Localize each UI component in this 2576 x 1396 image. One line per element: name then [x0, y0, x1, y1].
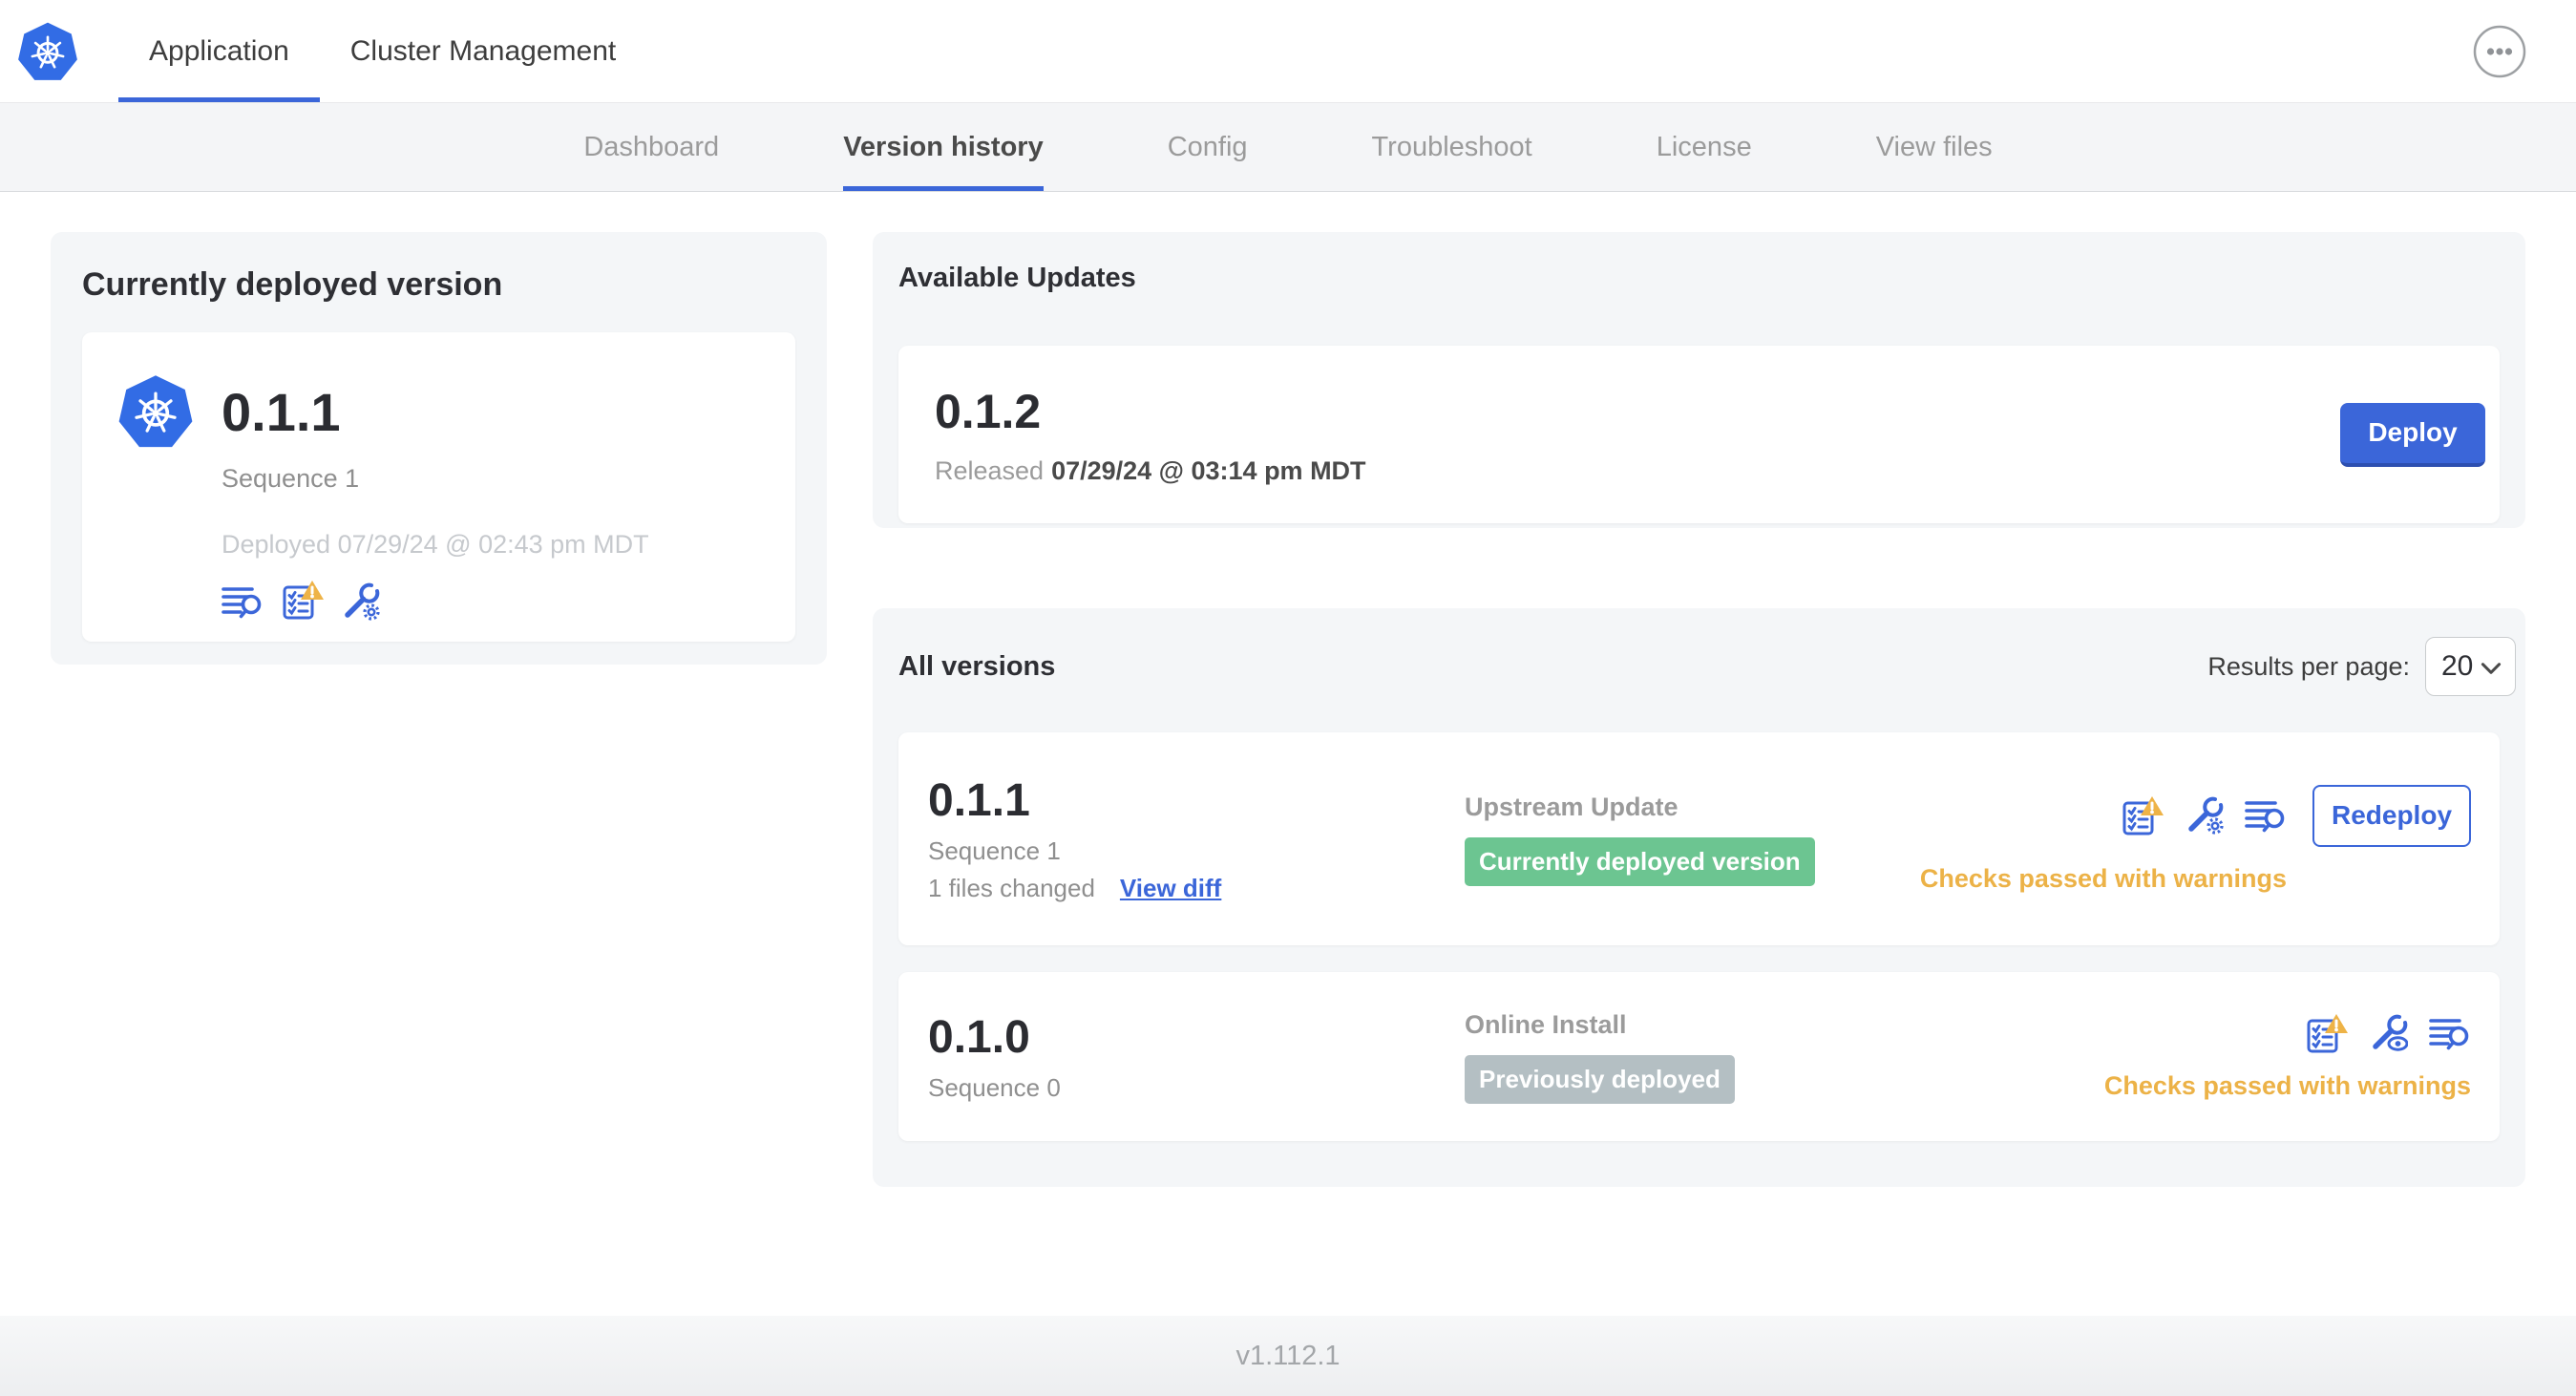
- row-sequence: Sequence 0: [928, 1072, 1061, 1102]
- chevron-down-icon: [2481, 650, 2502, 683]
- results-per-page-value: 20: [2441, 650, 2474, 682]
- all-versions-card: All versions Results per page: 20 0.1.1 …: [873, 608, 2525, 1187]
- available-updates-title: Available Updates: [898, 263, 1136, 293]
- deploy-button[interactable]: Deploy: [2340, 402, 2485, 467]
- preflight-warning-icon[interactable]: [281, 579, 326, 621]
- app-subnav: Dashboard Version history Config Trouble…: [0, 103, 2576, 192]
- preflight-status-link[interactable]: Checks passed with warnings: [2104, 1071, 2471, 1101]
- subnav-item-view-files[interactable]: View files: [1876, 103, 1993, 191]
- available-updates-card: Available Updates 0.1.2 Released 07/29/24…: [873, 232, 2525, 528]
- currently-deployed-card: Currently deployed version 0.1.1 Sequenc…: [51, 232, 827, 665]
- tab-cluster-management-label: Cluster Management: [349, 34, 617, 67]
- version-source-label: Upstream Update: [1465, 792, 1679, 821]
- status-badge: Currently deployed version: [1465, 836, 1815, 886]
- config-gear-icon[interactable]: [342, 582, 380, 621]
- all-versions-title: All versions: [898, 650, 1056, 682]
- more-menu-button[interactable]: [2473, 25, 2526, 78]
- files-changed-label: 1 files changed: [928, 874, 1095, 902]
- config-gear-icon[interactable]: [2185, 796, 2224, 835]
- release-notes-icon[interactable]: [222, 582, 264, 621]
- console-version: v1.112.1: [1235, 1340, 1341, 1371]
- preflight-warning-icon[interactable]: [2305, 1012, 2350, 1054]
- tab-application[interactable]: Application: [118, 0, 320, 102]
- right-column: Available Updates 0.1.2 Released 07/29/24…: [873, 232, 2525, 1187]
- current-version-number: 0.1.1: [222, 381, 341, 442]
- version-source-label: Online Install: [1465, 1009, 1627, 1039]
- subnav-label: View files: [1875, 131, 1993, 162]
- results-per-page-select[interactable]: 20: [2425, 637, 2516, 696]
- view-diff-link[interactable]: View diff: [1120, 874, 1221, 903]
- top-header: Application Cluster Management: [0, 0, 2576, 103]
- subnav-item-troubleshoot[interactable]: Troubleshoot: [1372, 103, 1532, 191]
- update-version-number: 0.1.2: [935, 384, 1042, 438]
- subnav-label: License: [1656, 131, 1752, 162]
- page-footer: v1.112.1: [0, 1316, 2576, 1396]
- preflight-warning-icon[interactable]: [2121, 794, 2165, 836]
- tab-cluster-management[interactable]: Cluster Management: [320, 0, 646, 102]
- app-kubernetes-logo: [116, 372, 195, 451]
- row-version-number: 0.1.1: [928, 775, 1030, 826]
- subnav-label: Troubleshoot: [1371, 131, 1532, 162]
- release-notes-icon[interactable]: [2429, 1014, 2471, 1052]
- update-released-timestamp: Released 07/29/24 @ 03:14 pm MDT: [935, 456, 1366, 486]
- results-per-page: Results per page: 20: [2207, 637, 2516, 696]
- version-row: 0.1.0 Sequence 0 Online Install Previous…: [898, 972, 2500, 1141]
- current-version-sequence: Sequence 1: [222, 464, 360, 493]
- available-update-row: 0.1.2 Released 07/29/24 @ 03:14 pm MDT De…: [898, 346, 2500, 523]
- subnav-label: Dashboard: [583, 131, 720, 162]
- subnav-label: Config: [1167, 131, 1248, 162]
- redeploy-button[interactable]: Redeploy: [2312, 784, 2471, 847]
- status-badge: Previously deployed: [1465, 1054, 1735, 1104]
- subnav-item-license[interactable]: License: [1657, 103, 1752, 191]
- subnav-item-config[interactable]: Config: [1168, 103, 1248, 191]
- ellipsis-icon: [2473, 25, 2526, 81]
- preflight-status-link[interactable]: Checks passed with warnings: [1920, 864, 2287, 894]
- release-notes-icon[interactable]: [2245, 796, 2287, 835]
- row-version-number: 0.1.0: [928, 1011, 1030, 1063]
- current-version-panel: 0.1.1 Sequence 1 Deployed 07/29/24 @ 02:…: [82, 332, 795, 642]
- kubernetes-logo: [16, 20, 79, 83]
- main-content: Currently deployed version 0.1.1 Sequenc…: [0, 192, 2576, 1316]
- left-column: Currently deployed version 0.1.1 Sequenc…: [51, 232, 827, 665]
- header-tabs: Application Cluster Management: [118, 0, 646, 102]
- tab-application-label: Application: [149, 34, 289, 67]
- subnav-label: Version history: [843, 131, 1044, 162]
- released-prefix: Released: [935, 455, 1045, 485]
- current-version-deployed-timestamp: Deployed 07/29/24 @ 02:43 pm MDT: [222, 530, 649, 559]
- version-row: 0.1.1 Sequence 1 1 files changed View di…: [898, 732, 2500, 945]
- results-per-page-label: Results per page:: [2207, 651, 2410, 681]
- row-sequence: Sequence 1: [928, 836, 1061, 865]
- currently-deployed-title: Currently deployed version: [82, 266, 503, 303]
- released-date: 07/29/24 @ 03:14 pm MDT: [1051, 455, 1366, 485]
- available-update-info: 0.1.2 Released 07/29/24 @ 03:14 pm MDT: [935, 384, 1366, 486]
- config-eye-icon[interactable]: [2370, 1014, 2408, 1052]
- subnav-item-dashboard[interactable]: Dashboard: [583, 103, 719, 191]
- subnav-item-version-history[interactable]: Version history: [843, 103, 1044, 191]
